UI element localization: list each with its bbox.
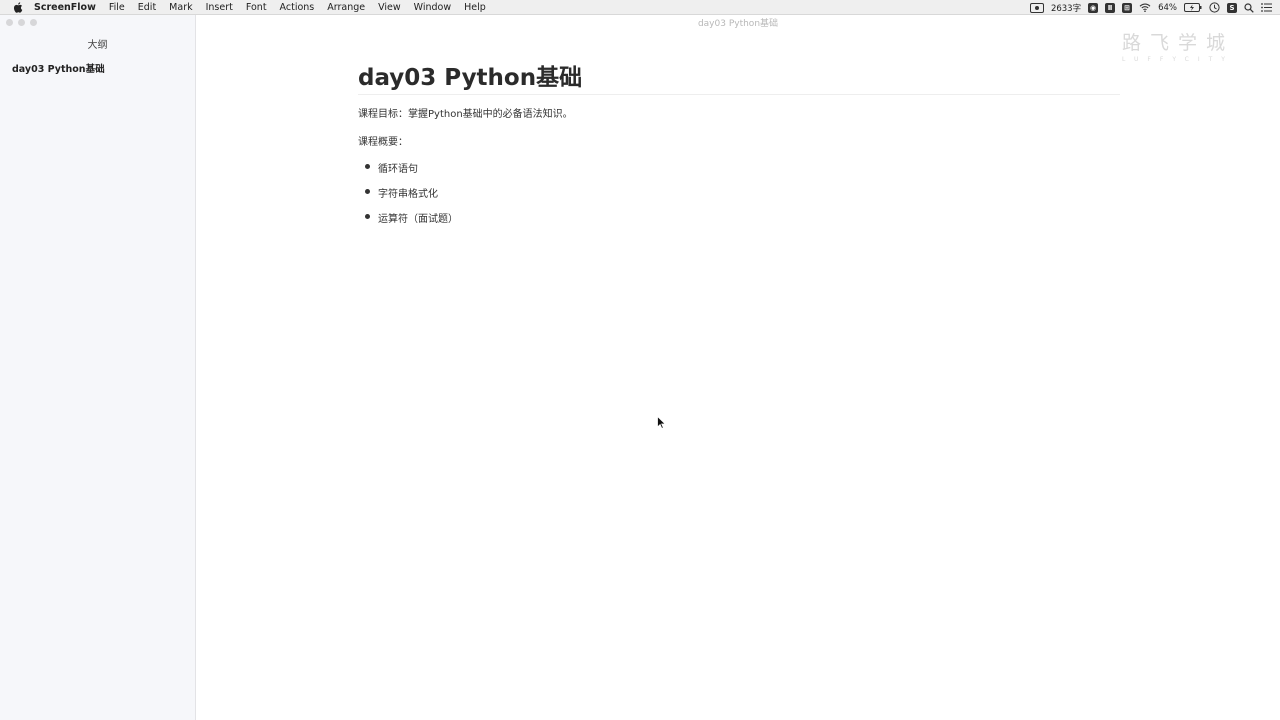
window-controls bbox=[6, 19, 37, 26]
menu-view[interactable]: View bbox=[378, 2, 401, 13]
word-count[interactable]: 2633字 bbox=[1051, 2, 1081, 14]
menu-window[interactable]: Window bbox=[414, 2, 451, 13]
minimize-button[interactable] bbox=[18, 19, 25, 26]
list-item[interactable]: 循环语句 bbox=[365, 160, 1120, 175]
list-item[interactable]: 字符串格式化 bbox=[365, 185, 1120, 200]
menu-actions[interactable]: Actions bbox=[280, 2, 315, 13]
battery-icon[interactable] bbox=[1184, 3, 1202, 12]
overview-list: 循环语句 字符串格式化 运算符（面试题） bbox=[358, 160, 1120, 225]
list-icon[interactable] bbox=[1261, 3, 1272, 12]
status-area: 2633字 ◉ Ⅱ ⊞ 64% S bbox=[1029, 0, 1272, 15]
sidebar-title: 大纲 bbox=[87, 40, 108, 51]
outline-sidebar: 大纲 day03 Python基础 bbox=[0, 15, 196, 720]
wifi-icon[interactable] bbox=[1139, 3, 1151, 12]
menu-insert[interactable]: Insert bbox=[206, 2, 233, 13]
mouse-cursor-icon bbox=[657, 414, 667, 433]
menu-edit[interactable]: Edit bbox=[138, 2, 156, 13]
zoom-button[interactable] bbox=[30, 19, 37, 26]
menu-arrange[interactable]: Arrange bbox=[327, 2, 365, 13]
window-title: day03 Python基础 bbox=[697, 19, 779, 29]
app-icon[interactable]: S bbox=[1227, 2, 1237, 13]
course-overview-label[interactable]: 课程概要： bbox=[358, 133, 1120, 148]
menu-file[interactable]: File bbox=[109, 2, 125, 13]
watermark-cn: 路飞学城 bbox=[1121, 32, 1234, 54]
apple-logo-icon[interactable] bbox=[13, 1, 25, 13]
document-editor[interactable]: day03 Python基础 课程目标：掌握Python基础中的必备语法知识。 … bbox=[358, 58, 1120, 235]
close-button[interactable] bbox=[6, 19, 13, 26]
course-goal[interactable]: 课程目标：掌握Python基础中的必备语法知识。 bbox=[358, 105, 1120, 120]
list-item[interactable]: 运算符（面试题） bbox=[365, 210, 1120, 225]
grid-icon[interactable]: ⊞ bbox=[1122, 2, 1133, 13]
menu-bar: ScreenFlow File Edit Mark Insert Font Ac… bbox=[0, 0, 1280, 15]
screen-record-icon[interactable] bbox=[1029, 2, 1044, 13]
search-icon[interactable] bbox=[1244, 2, 1254, 13]
menu-mark[interactable]: Mark bbox=[169, 2, 192, 13]
menu-help[interactable]: Help bbox=[464, 2, 486, 13]
document-heading[interactable]: day03 Python基础 bbox=[358, 58, 1120, 95]
watermark-logo: 路飞学城 LUFFYCITY bbox=[1122, 28, 1234, 63]
clock-icon[interactable] bbox=[1209, 2, 1220, 13]
watermark-en: LUFFYCITY bbox=[1122, 56, 1234, 63]
tool-icon[interactable]: Ⅱ bbox=[1105, 2, 1116, 13]
menu-font[interactable]: Font bbox=[246, 2, 267, 13]
menu-app-name[interactable]: ScreenFlow bbox=[34, 2, 96, 13]
outline-item[interactable]: day03 Python基础 bbox=[12, 61, 105, 75]
battery-percent[interactable]: 64% bbox=[1158, 3, 1177, 13]
camera-icon[interactable]: ◉ bbox=[1088, 2, 1099, 13]
